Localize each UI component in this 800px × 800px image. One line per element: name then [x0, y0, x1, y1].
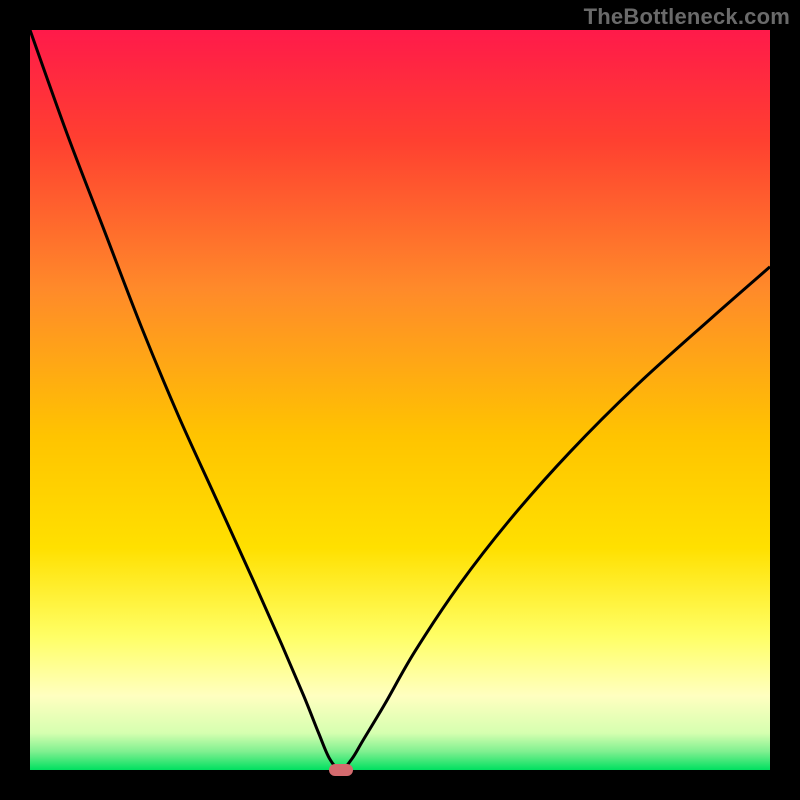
minimum-marker — [329, 764, 353, 776]
bottleneck-curve — [30, 30, 770, 770]
chart-frame: TheBottleneck.com — [0, 0, 800, 800]
watermark-text: TheBottleneck.com — [584, 4, 790, 30]
plot-area — [30, 30, 770, 770]
